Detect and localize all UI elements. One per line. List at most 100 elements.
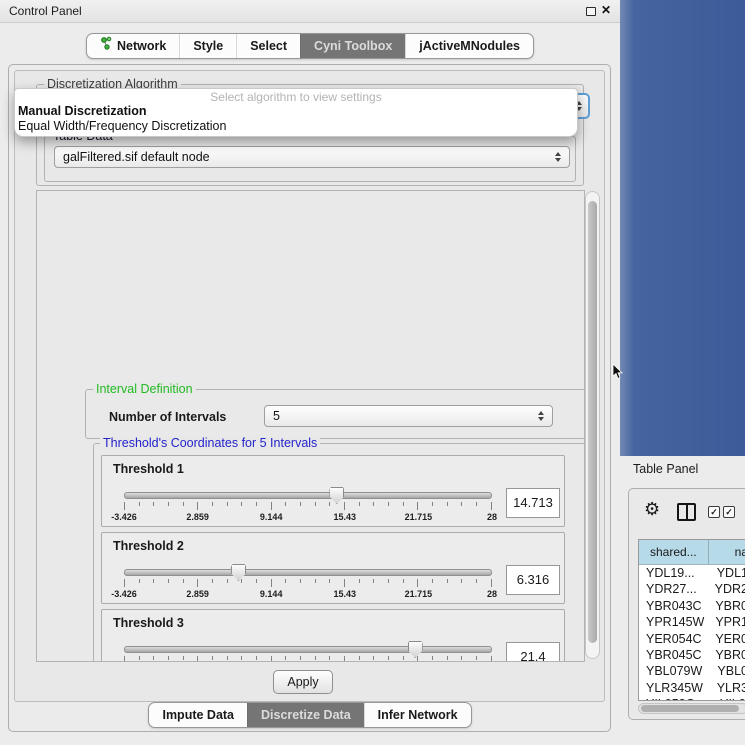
settings-vertical-scrollbar[interactable]: [585, 191, 600, 659]
tick-mark: [461, 502, 462, 506]
scale-label: 2.859: [186, 512, 209, 522]
tick-mark: [124, 502, 125, 510]
gear-icon[interactable]: ⚙: [644, 500, 660, 518]
scale-label: 28: [487, 512, 497, 522]
tab-impute-data[interactable]: Impute Data: [149, 703, 247, 727]
cell-shared-name: YDL19...: [639, 565, 712, 581]
checkbox-icon[interactable]: ✓: [708, 506, 720, 518]
threshold-slider: -3.4262.8599.14415.4321.71528: [124, 563, 492, 601]
float-window-icon[interactable]: [586, 7, 596, 16]
number-of-intervals-combobox[interactable]: 5: [264, 405, 553, 427]
cell-shared-name: YBL079W: [639, 663, 712, 679]
tab-label: Style: [193, 34, 223, 58]
tick-mark: [315, 579, 316, 583]
tick-mark: [476, 579, 477, 583]
tab-label: Impute Data: [162, 703, 234, 727]
cell-name: YBR0: [710, 598, 745, 614]
tick-mark: [300, 502, 301, 506]
node-table[interactable]: shared... na YDL19...YDL1YDR27...YDR2YBR…: [638, 539, 745, 701]
split-columns-icon[interactable]: [677, 503, 696, 521]
tick-mark: [271, 579, 272, 587]
tick-mark: [124, 579, 125, 587]
cell-shared-name: YBR045C: [639, 647, 710, 663]
tick-mark: [256, 656, 257, 660]
tab-infer-network[interactable]: Infer Network: [364, 703, 471, 727]
scale-label: 28: [487, 589, 497, 599]
cell-name: YBL0: [712, 663, 745, 679]
tick-mark: [344, 502, 345, 510]
tick-mark: [403, 502, 404, 506]
tick-mark: [212, 579, 213, 583]
table-row[interactable]: YBL079WYBL0: [639, 663, 745, 679]
table-row[interactable]: YPR145WYPR1: [639, 614, 745, 630]
scrollbar-thumb[interactable]: [641, 705, 739, 712]
tab-network[interactable]: Network: [87, 34, 179, 58]
cell-shared-name: YDR27...: [639, 581, 710, 597]
threshold-value-field[interactable]: 6.316: [506, 565, 560, 595]
threshold-label: Threshold 1: [113, 462, 184, 476]
tick-mark: [285, 579, 286, 583]
slider-track[interactable]: [124, 646, 492, 653]
popup-hint-text: Select algorithm to view settings: [15, 89, 577, 104]
table-panel-title: Table Panel: [633, 462, 698, 476]
column-header-name[interactable]: na: [709, 540, 745, 564]
tab-pill: Impute Data Discretize DataInfer Network: [148, 702, 471, 728]
slider-scale-labels: -3.4262.8599.14415.4321.71528: [124, 512, 492, 523]
cell-name: YPR1: [710, 614, 745, 630]
tick-mark: [139, 502, 140, 506]
table-horizontal-scrollbar[interactable]: [638, 703, 745, 714]
threshold-value-field[interactable]: 21.4: [506, 642, 560, 662]
popup-option-equal-width-frequency[interactable]: Equal Width/Frequency Discretization: [15, 119, 577, 134]
tick-mark: [491, 656, 492, 662]
column-header-shared-name[interactable]: shared...: [639, 540, 709, 564]
table-row[interactable]: YDR27...YDR2: [639, 581, 745, 597]
tick-mark: [315, 502, 316, 506]
tick-mark: [359, 579, 360, 583]
tick-mark: [359, 502, 360, 506]
scale-label: -3.426: [111, 589, 137, 599]
tick-mark: [183, 579, 184, 583]
tick-mark: [403, 656, 404, 660]
slider-track[interactable]: [124, 569, 492, 576]
table-row[interactable]: YIL052CYIL0: [639, 696, 745, 701]
table-row[interactable]: YER054CYER0: [639, 631, 745, 647]
tick-mark: [476, 656, 477, 660]
table-row[interactable]: YDL19...YDL1: [639, 565, 745, 581]
tick-mark: [373, 579, 374, 583]
threshold-value-field[interactable]: 14.713: [506, 488, 560, 518]
table-row[interactable]: YBR043CYBR0: [639, 598, 745, 614]
tick-mark: [168, 656, 169, 660]
tab-jactivemnodules[interactable]: jActiveMNodules: [405, 34, 533, 58]
tick-mark: [227, 502, 228, 506]
table-row[interactable]: YBR045CYBR0: [639, 647, 745, 663]
tick-mark: [476, 502, 477, 506]
tick-mark: [315, 656, 316, 660]
slider-track[interactable]: [124, 492, 492, 499]
cell-name: YDR2: [710, 581, 745, 597]
tick-mark: [183, 502, 184, 506]
popup-option-manual-discretization[interactable]: Manual Discretization: [15, 104, 577, 119]
slider-scale-labels: -3.4262.8599.14415.4321.71528: [124, 589, 492, 600]
top-tab-bar: Network Style SelectCyni ToolboxjActiveMNo…: [0, 33, 620, 59]
tick-mark: [241, 502, 242, 506]
table-row[interactable]: YLR345WYLR3: [639, 680, 745, 696]
tab-style[interactable]: Style: [179, 34, 236, 58]
table-data-combobox-value: galFiltered.sif default node: [63, 150, 210, 164]
cell-name: YBR0: [710, 647, 745, 663]
checkbox-icon[interactable]: ✓: [723, 506, 735, 518]
tab-cyni-toolbox[interactable]: Cyni Toolbox: [300, 34, 405, 58]
tick-mark: [417, 502, 418, 510]
tick-mark: [432, 579, 433, 583]
close-icon[interactable]: ✕: [601, 3, 611, 17]
table-data-combobox[interactable]: galFiltered.sif default node: [54, 146, 570, 168]
cell-name: YIL0: [715, 696, 745, 701]
tab-discretize-data[interactable]: Discretize Data: [247, 703, 364, 727]
tab-select[interactable]: Select: [236, 34, 300, 58]
apply-button[interactable]: Apply: [273, 670, 333, 694]
tick-mark: [388, 502, 389, 506]
tick-mark: [241, 579, 242, 583]
cell-shared-name: YIL052C: [639, 696, 715, 701]
cell-shared-name: YPR145W: [639, 614, 710, 630]
scrollbar-thumb[interactable]: [588, 201, 597, 643]
cell-shared-name: YBR043C: [639, 598, 710, 614]
